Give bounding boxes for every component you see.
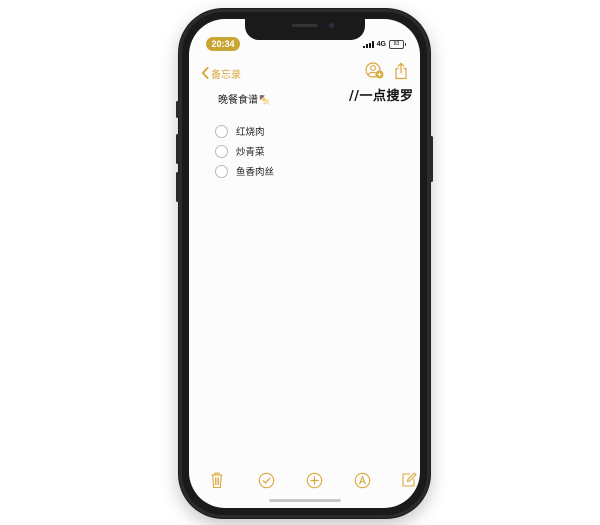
checklist-icon <box>258 472 275 489</box>
compose-button[interactable] <box>401 471 417 492</box>
share-icon <box>395 62 407 80</box>
markup-button[interactable] <box>354 472 371 493</box>
checklist-item: 炒青菜 <box>215 141 274 161</box>
checkbox-circle-icon[interactable] <box>215 144 228 158</box>
note-title[interactable]: 晚餐食谱🍢 <box>218 91 270 106</box>
markup-icon <box>354 472 371 489</box>
checklist: 红烧肉 炒青菜 鱼香肉丝 <box>215 121 274 181</box>
screen: 20:34 4G 83 备忘录 //一点搜罗 晚餐食谱🍢 红烧肉 炒青菜 鱼香肉… <box>189 19 420 508</box>
stage: 20:34 4G 83 备忘录 //一点搜罗 晚餐食谱🍢 红烧肉 炒青菜 鱼香肉… <box>0 0 600 525</box>
bottom-toolbar <box>189 471 420 493</box>
compose-icon <box>402 472 417 487</box>
volume-down-button <box>176 172 179 202</box>
checklist-button[interactable] <box>258 472 275 493</box>
status-indicators: 4G 83 <box>362 39 406 49</box>
phone-frame: 20:34 4G 83 备忘录 //一点搜罗 晚餐食谱🍢 红烧肉 炒青菜 鱼香肉… <box>176 9 433 518</box>
checklist-item: 红烧肉 <box>215 121 274 141</box>
delete-button[interactable] <box>210 471 224 493</box>
watermark-text: //一点搜罗 <box>349 89 414 104</box>
silent-switch <box>176 101 179 118</box>
note-title-text: 晚餐食谱 <box>218 95 258 106</box>
network-label: 4G <box>376 40 386 48</box>
food-skewer-icon: 🍢 <box>259 96 271 106</box>
volume-up-button <box>176 134 179 164</box>
battery-level: 83 <box>393 40 400 47</box>
checkbox-circle-icon[interactable] <box>215 164 228 178</box>
back-label: 备忘录 <box>211 69 241 81</box>
back-button[interactable]: 备忘录 <box>201 66 241 81</box>
checklist-item: 鱼香肉丝 <box>215 161 274 181</box>
battery-icon: 83 <box>389 39 406 49</box>
status-time: 20:34 <box>206 37 240 51</box>
collaborator-add-icon <box>365 62 384 79</box>
signal-icon <box>362 40 374 48</box>
trash-icon <box>211 472 223 489</box>
front-camera <box>329 23 334 28</box>
collaborator-add-button[interactable] <box>365 62 385 84</box>
add-icon <box>306 472 323 489</box>
add-button[interactable] <box>306 472 323 493</box>
power-button <box>430 136 433 182</box>
speaker-grille <box>292 24 318 27</box>
back-chevron-icon <box>201 67 209 79</box>
checklist-item-label[interactable]: 炒青菜 <box>236 144 265 158</box>
checkbox-circle-icon[interactable] <box>215 124 228 138</box>
checklist-item-label[interactable]: 红烧肉 <box>236 124 265 138</box>
home-indicator[interactable] <box>269 499 341 502</box>
share-button[interactable] <box>394 62 408 84</box>
notch <box>245 19 365 40</box>
checklist-item-label[interactable]: 鱼香肉丝 <box>236 164 274 178</box>
